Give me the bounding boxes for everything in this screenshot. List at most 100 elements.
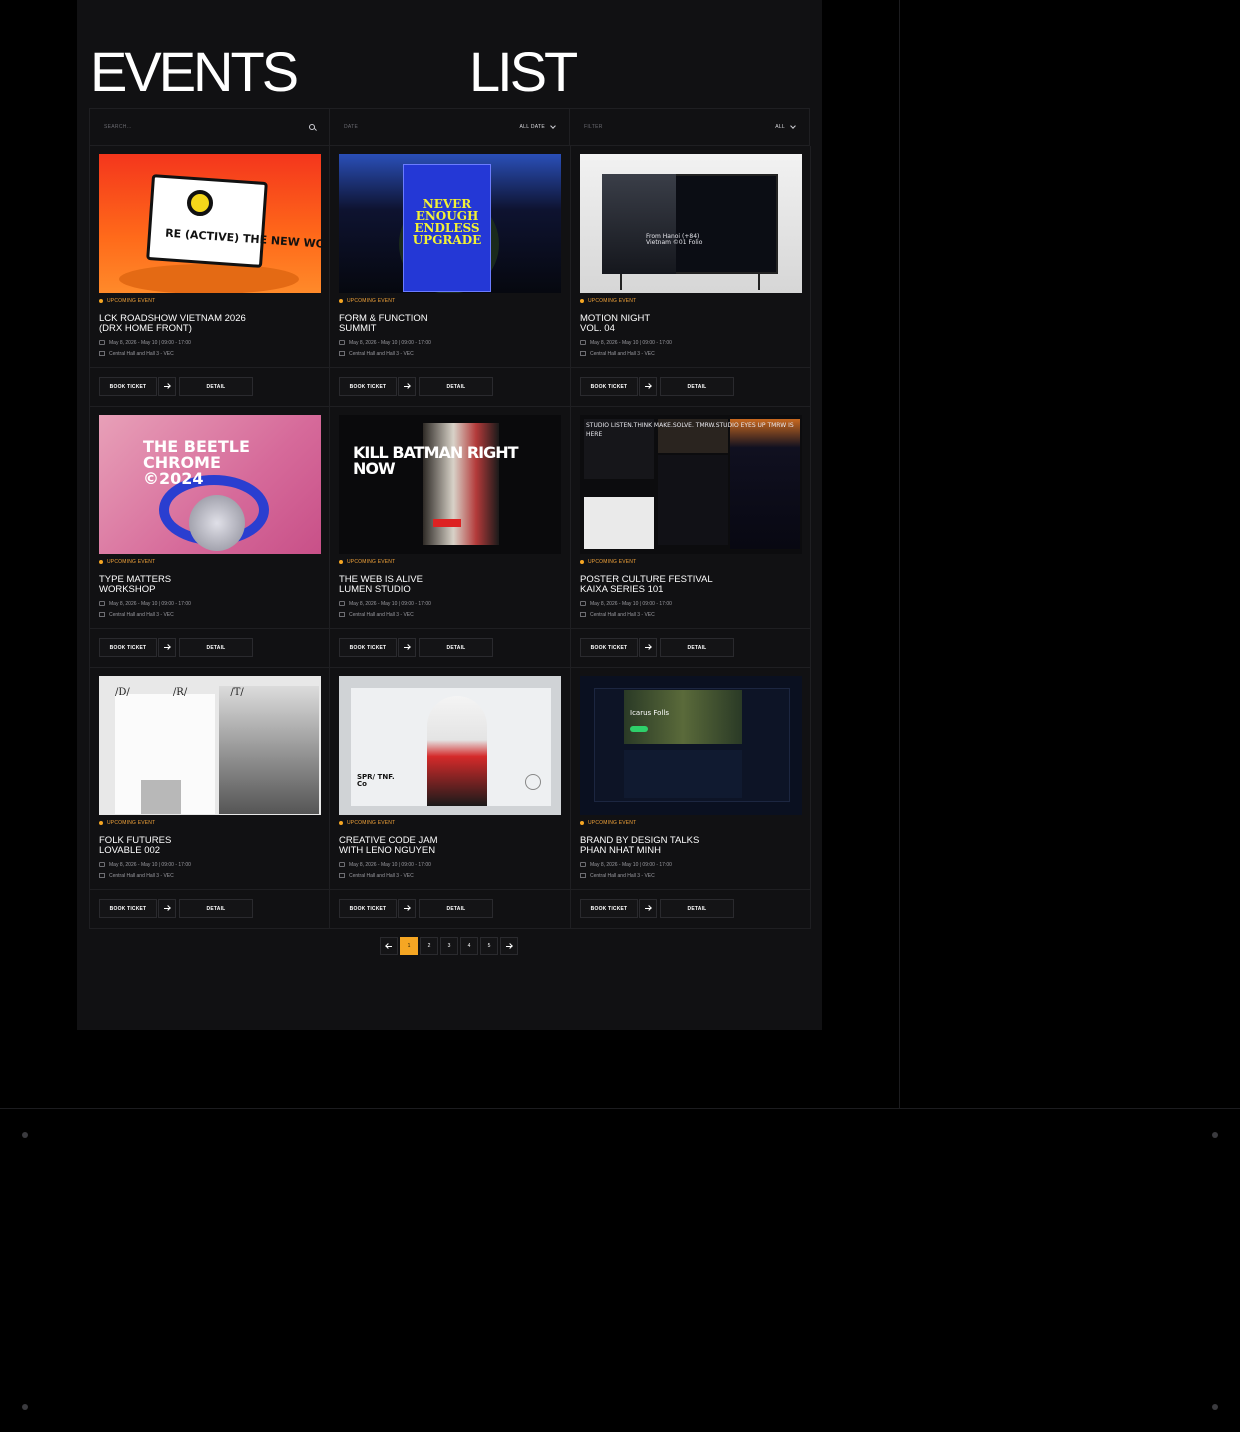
book-ticket-button[interactable]: BOOK TICKET	[339, 377, 397, 396]
book-ticket-button[interactable]: BOOK TICKET	[580, 638, 638, 657]
book-ticket-button[interactable]: BOOK TICKET	[99, 377, 157, 396]
event-card: From Hanoi (+84) Vietnam ©01 Folio UPCOM…	[571, 146, 811, 407]
status-dot-icon	[580, 821, 584, 825]
event-date: May 8, 2026 - May 10 | 09:00 - 17:00	[580, 598, 802, 609]
book-ticket-button[interactable]: BOOK TICKET	[339, 899, 397, 918]
event-thumbnail[interactable]: RE (ACTIVE) THE NEW WORLD	[99, 154, 321, 293]
event-thumbnail[interactable]: STUDIO LISTEN.THINK MAKE.SOLVE. TMRW.STU…	[580, 415, 802, 554]
date-value: ALL DATE	[519, 124, 545, 130]
book-arrow-button[interactable]	[398, 377, 416, 396]
event-date: May 8, 2026 - May 10 | 09:00 - 17:00	[339, 859, 561, 870]
thumb-text: /D/ /R/ /T/	[115, 687, 244, 698]
arrow-right-icon	[164, 908, 170, 909]
book-arrow-button[interactable]	[398, 899, 416, 918]
date-dropdown[interactable]: DATE ALL DATE	[330, 109, 570, 145]
page-button-4[interactable]: 4	[460, 937, 478, 955]
event-venue: Central Hall and Hall 3 - VEC	[339, 609, 561, 620]
calendar-icon	[99, 601, 105, 606]
page-button-1[interactable]: 1	[400, 937, 418, 955]
location-icon	[99, 873, 105, 878]
event-venue: Central Hall and Hall 3 - VEC	[99, 348, 321, 359]
page-button-2[interactable]: 2	[420, 937, 438, 955]
search-input[interactable]: SEARCH...	[90, 109, 330, 145]
arrow-left-icon	[386, 945, 392, 947]
detail-button[interactable]: DETAIL	[660, 638, 734, 657]
location-icon	[339, 351, 345, 356]
book-arrow-button[interactable]	[158, 638, 176, 657]
calendar-icon	[580, 601, 586, 606]
event-venue: Central Hall and Hall 3 - VEC	[580, 609, 802, 620]
arrow-right-icon	[506, 945, 512, 947]
event-tag: UPCOMING EVENT	[580, 559, 802, 565]
calendar-icon	[339, 340, 345, 345]
event-venue: Central Hall and Hall 3 - VEC	[580, 870, 802, 881]
event-thumbnail[interactable]: Icarus Folls	[580, 676, 802, 815]
book-arrow-button[interactable]	[398, 638, 416, 657]
event-thumbnail[interactable]: KILL BATMAN RIGHT NOW	[339, 415, 561, 554]
event-venue: Central Hall and Hall 3 - VEC	[580, 348, 802, 359]
detail-button[interactable]: DETAIL	[419, 638, 493, 657]
event-title: CREATIVE CODE JAM WITH LENO NGUYEN	[339, 835, 438, 856]
next-page-button[interactable]	[500, 937, 518, 955]
search-icon[interactable]	[309, 124, 315, 130]
book-arrow-button[interactable]	[158, 377, 176, 396]
book-ticket-button[interactable]: BOOK TICKET	[99, 899, 157, 918]
chevron-down-icon	[550, 123, 556, 129]
divider-horizontal	[0, 1108, 1240, 1109]
arrow-right-icon	[404, 647, 410, 648]
book-arrow-button[interactable]	[639, 638, 657, 657]
divider-vertical	[899, 0, 900, 1108]
prev-page-button[interactable]	[380, 937, 398, 955]
location-icon	[339, 612, 345, 617]
calendar-icon	[580, 862, 586, 867]
page-button-5[interactable]: 5	[480, 937, 498, 955]
arrow-right-icon	[164, 386, 170, 387]
page-button-3[interactable]: 3	[440, 937, 458, 955]
event-thumbnail[interactable]: THE BEETLE CHROME ©2024	[99, 415, 321, 554]
corner-dot	[1212, 1132, 1218, 1138]
detail-button[interactable]: DETAIL	[179, 638, 253, 657]
status-dot-icon	[99, 299, 103, 303]
event-card: THE BEETLE CHROME ©2024 UPCOMING EVENT T…	[90, 407, 330, 668]
corner-dot	[22, 1132, 28, 1138]
detail-button[interactable]: DETAIL	[419, 899, 493, 918]
detail-button[interactable]: DETAIL	[660, 899, 734, 918]
event-card: NEVER ENOUGH ENDLESS UPGRADE UPCOMING EV…	[330, 146, 571, 407]
event-venue: Central Hall and Hall 3 - VEC	[339, 348, 561, 359]
event-date: May 8, 2026 - May 10 | 09:00 - 17:00	[339, 598, 561, 609]
book-arrow-button[interactable]	[639, 899, 657, 918]
event-thumbnail[interactable]: From Hanoi (+84) Vietnam ©01 Folio	[580, 154, 802, 293]
status-dot-icon	[99, 821, 103, 825]
event-thumbnail[interactable]: NEVER ENOUGH ENDLESS UPGRADE	[339, 154, 561, 293]
event-date: May 8, 2026 - May 10 | 09:00 - 17:00	[339, 337, 561, 348]
calendar-icon	[580, 340, 586, 345]
book-ticket-button[interactable]: BOOK TICKET	[339, 638, 397, 657]
book-ticket-button[interactable]: BOOK TICKET	[580, 899, 638, 918]
thumb-text: NEVER ENOUGH ENDLESS UPGRADE	[412, 197, 482, 247]
book-arrow-button[interactable]	[158, 899, 176, 918]
event-title: TYPE MATTERS WORKSHOP	[99, 574, 172, 595]
events-panel: EVENTS LIST SEARCH... DATE ALL DATE FILT…	[77, 0, 822, 1030]
detail-button[interactable]: DETAIL	[179, 899, 253, 918]
event-thumbnail[interactable]: /D/ /R/ /T/	[99, 676, 321, 815]
detail-button[interactable]: DETAIL	[660, 377, 734, 396]
event-title: POSTER CULTURE FESTIVAL KAIXA SERIES 101	[580, 574, 713, 595]
book-ticket-button[interactable]: BOOK TICKET	[99, 638, 157, 657]
event-title: MOTION NIGHT VOL. 04	[580, 313, 651, 334]
detail-button[interactable]: DETAIL	[179, 377, 253, 396]
event-tag: UPCOMING EVENT	[339, 298, 561, 304]
event-thumbnail[interactable]: SPR/ TNF. Co	[339, 676, 561, 815]
arrow-right-icon	[645, 647, 651, 648]
detail-button[interactable]: DETAIL	[419, 377, 493, 396]
arrow-right-icon	[164, 647, 170, 648]
event-cards: RE (ACTIVE) THE NEW WORLD UPCOMING EVENT…	[89, 146, 811, 929]
calendar-icon	[99, 340, 105, 345]
event-date: May 8, 2026 - May 10 | 09:00 - 17:00	[99, 337, 321, 348]
book-ticket-button[interactable]: BOOK TICKET	[580, 377, 638, 396]
book-arrow-button[interactable]	[639, 377, 657, 396]
filter-dropdown[interactable]: FILTER ALL	[570, 109, 809, 145]
thumb-text: From Hanoi (+84) Vietnam ©01 Folio	[646, 233, 703, 246]
thumb-text: SPR/ TNF. Co	[357, 773, 395, 788]
event-venue: Central Hall and Hall 3 - VEC	[99, 609, 321, 620]
status-dot-icon	[339, 299, 343, 303]
